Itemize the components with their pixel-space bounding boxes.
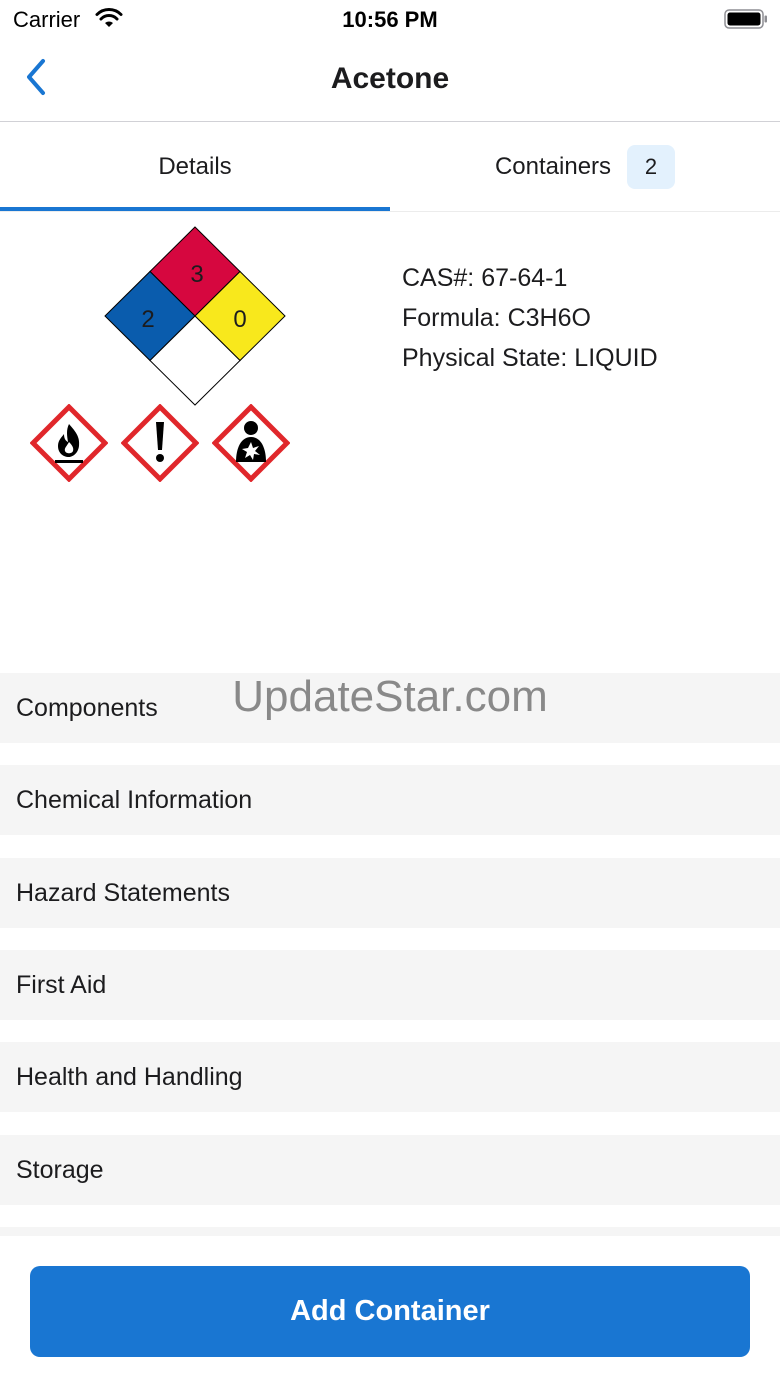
- chemical-info: CAS#: 67-64-1 Formula: C3H6O Physical St…: [402, 258, 772, 378]
- containers-count-badge: 2: [627, 145, 676, 189]
- battery-icon: [724, 9, 768, 29]
- section-first-aid[interactable]: First Aid: [0, 950, 780, 1020]
- tab-containers-label: Containers: [494, 153, 612, 180]
- status-bar: Carrier 10:56 PM: [0, 0, 780, 40]
- section-label: Hazard Statements: [16, 878, 230, 907]
- section-storage[interactable]: Storage: [0, 1135, 780, 1205]
- tab-bar: Details Containers 2: [0, 122, 780, 212]
- cas-number: CAS#: 67-64-1: [402, 264, 568, 292]
- tab-selected-indicator: [0, 207, 390, 211]
- nfpa-flammability-value: 3: [190, 261, 203, 288]
- bottom-action-bar: Add Container: [0, 1236, 780, 1387]
- section-components[interactable]: Components: [0, 673, 780, 743]
- section-label: Components: [16, 693, 158, 722]
- health-hazard-icon: [211, 403, 291, 483]
- nfpa-health-value: 2: [141, 306, 154, 333]
- section-hazard-statements[interactable]: Hazard Statements: [0, 858, 780, 928]
- section-chemical-information[interactable]: Chemical Information: [0, 765, 780, 835]
- navigation-bar: Acetone: [0, 40, 780, 122]
- flame-icon: [29, 403, 109, 483]
- nfpa-diamond: 3 2 0: [104, 226, 286, 406]
- clock: 10:56 PM: [342, 7, 438, 32]
- ghs-pictograms: [29, 403, 291, 483]
- section-label: Storage: [16, 1155, 104, 1184]
- section-label: Health and Handling: [16, 1062, 243, 1091]
- exclamation-mark-icon: [120, 403, 200, 483]
- section-label: First Aid: [16, 970, 107, 999]
- section-label: Chemical Information: [16, 785, 253, 814]
- section-health-and-handling[interactable]: Health and Handling: [0, 1042, 780, 1112]
- add-container-button[interactable]: Add Container: [30, 1266, 750, 1357]
- tab-details[interactable]: Details: [0, 122, 390, 212]
- tab-details-label: Details: [158, 153, 232, 180]
- tab-containers[interactable]: Containers 2: [390, 122, 780, 212]
- formula: Formula: C3H6O: [402, 304, 591, 332]
- page-title: Acetone: [330, 62, 450, 95]
- physical-state: Physical State: LIQUID: [402, 344, 658, 372]
- nfpa-instability-value: 0: [233, 306, 246, 333]
